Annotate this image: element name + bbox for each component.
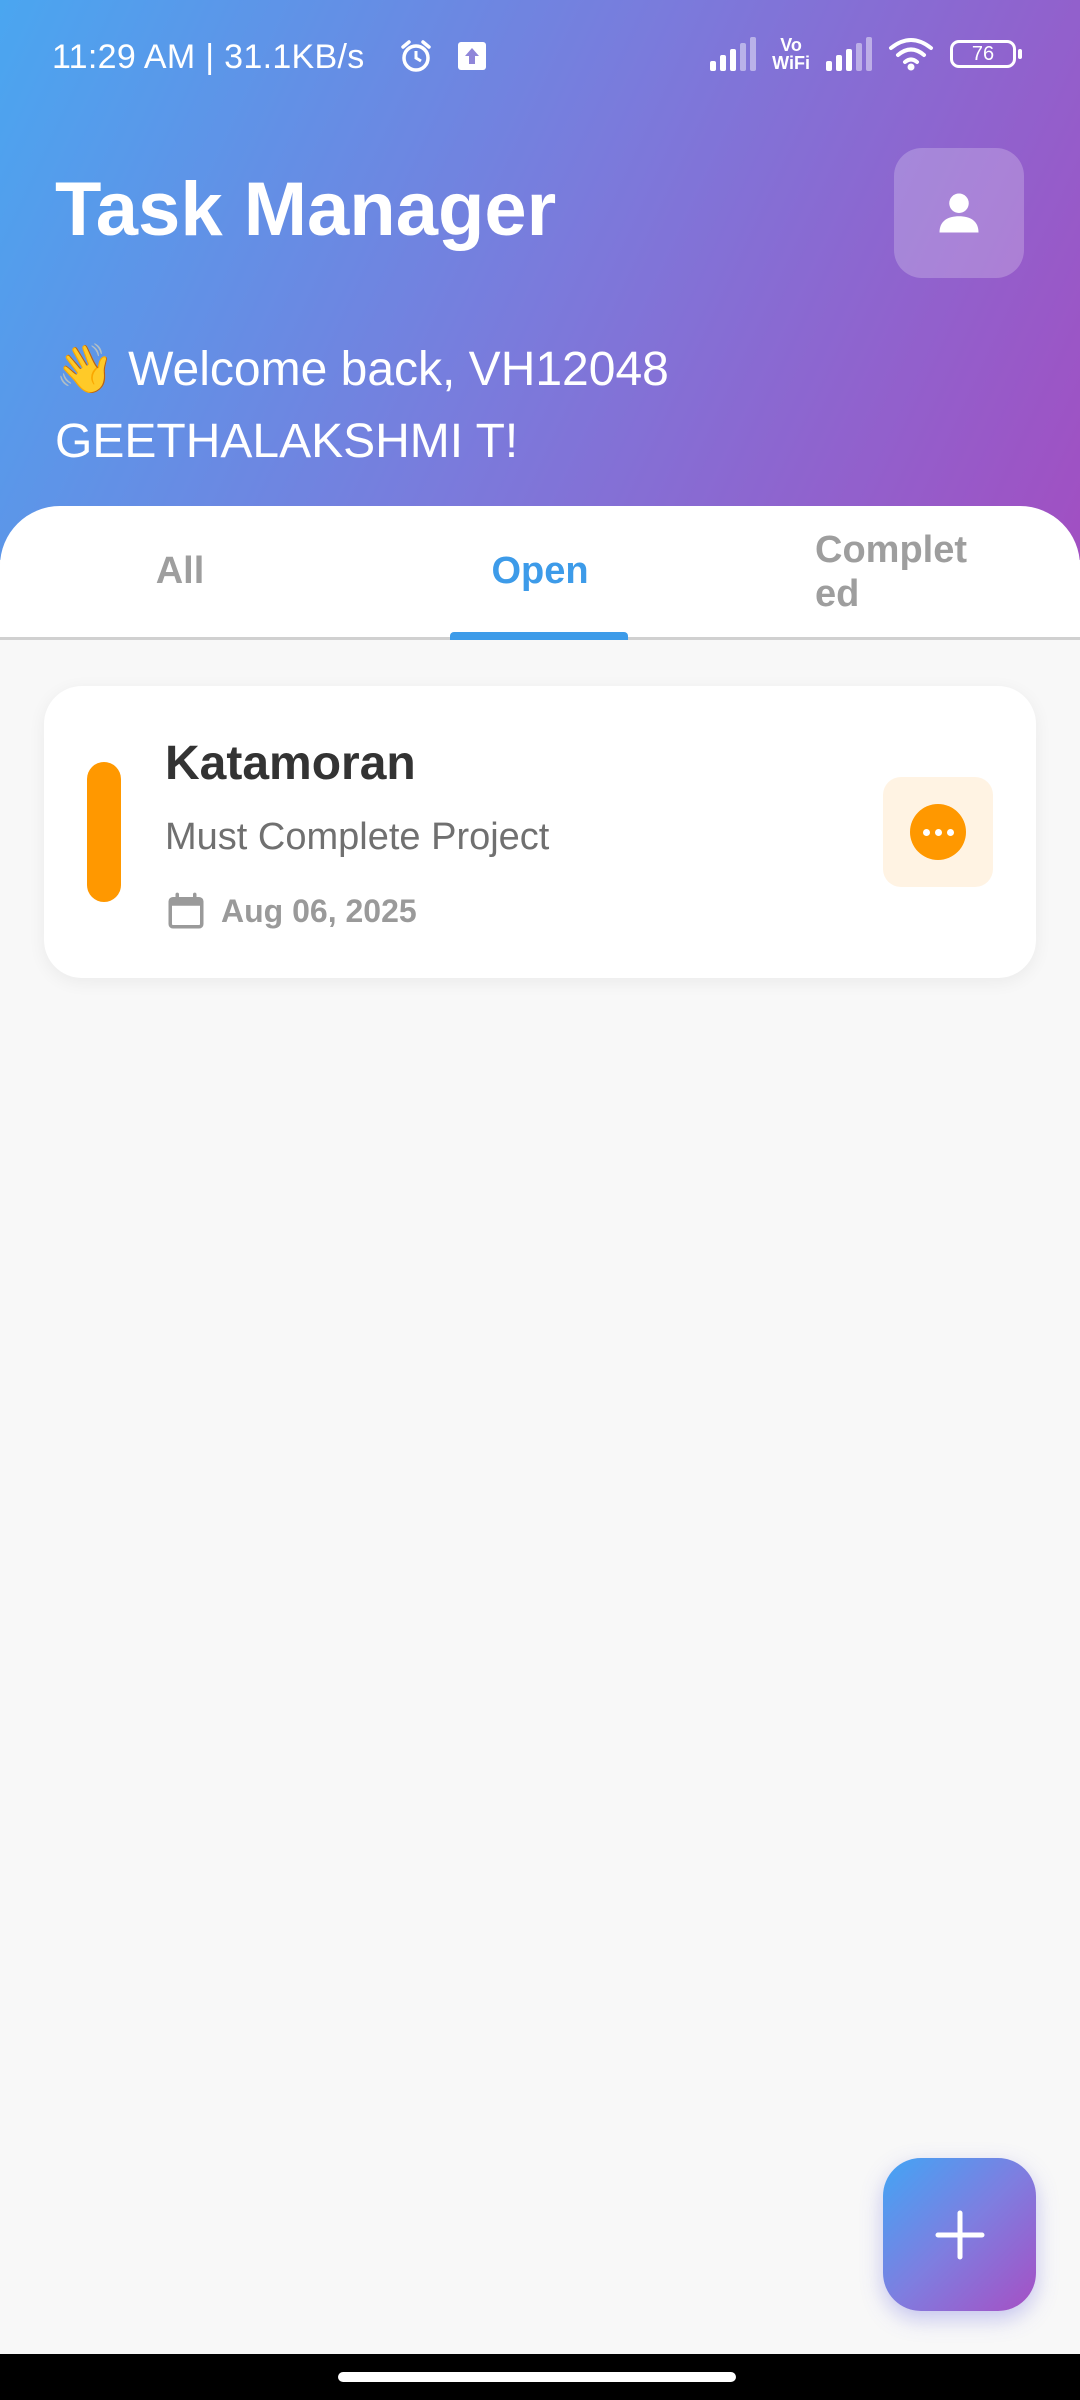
task-description: Must Complete Project <box>165 816 550 858</box>
alarm-icon <box>401 40 431 72</box>
tab-label: Open <box>491 550 589 592</box>
upload-icon <box>458 42 486 70</box>
signal-icon <box>710 37 757 71</box>
welcome-text: Welcome back, VH12048 GEETHALAKSHMI T! <box>55 343 669 468</box>
system-nav-bar <box>0 2354 1080 2400</box>
status-icons-right: Vo WiFi 76 <box>710 35 1022 73</box>
more-horizontal-icon <box>910 804 966 860</box>
tab-label: Completed <box>815 528 967 615</box>
tab-label: All <box>155 550 205 592</box>
add-task-button[interactable] <box>883 2158 1036 2311</box>
home-indicator[interactable] <box>338 2372 736 2382</box>
status-bar: 11:29 AM | 31.1KB/s Vo WiFi 76 <box>0 0 1080 120</box>
profile-button[interactable] <box>894 148 1024 278</box>
wifi-icon <box>889 38 933 71</box>
page-title: Task Manager <box>55 167 557 252</box>
person-icon <box>939 193 979 233</box>
status-icons-left <box>398 38 488 74</box>
task-card[interactable]: Katamoran Must Complete Project Aug 06, … <box>44 686 1036 978</box>
plus-icon <box>935 2210 984 2259</box>
tab-open[interactable]: Open <box>360 506 720 637</box>
task-status-button[interactable] <box>883 777 993 887</box>
task-title: Katamoran <box>165 737 416 790</box>
signal-icon <box>826 37 872 71</box>
status-time: 11:29 AM | 31.1KB/s <box>52 38 365 76</box>
priority-indicator <box>87 762 121 902</box>
battery-icon: 76 <box>950 40 1022 68</box>
calendar-icon <box>168 892 204 929</box>
active-tab-indicator <box>450 632 628 640</box>
tab-all[interactable]: All <box>0 506 360 637</box>
waving-hand-icon: 👋 <box>55 343 115 396</box>
tab-completed[interactable]: Completed <box>720 506 1080 637</box>
tab-bar: All Open Completed <box>0 506 1080 640</box>
welcome-message: 👋 Welcome back, VH12048 GEETHALAKSHMI T! <box>55 334 955 478</box>
task-due-date: Aug 06, 2025 <box>221 892 417 929</box>
header-banner: 11:29 AM | 31.1KB/s Vo WiFi 76 Task Mana… <box>0 0 1080 560</box>
task-date-row: Aug 06, 2025 <box>165 890 417 932</box>
vowifi-icon: Vo WiFi <box>772 35 810 73</box>
